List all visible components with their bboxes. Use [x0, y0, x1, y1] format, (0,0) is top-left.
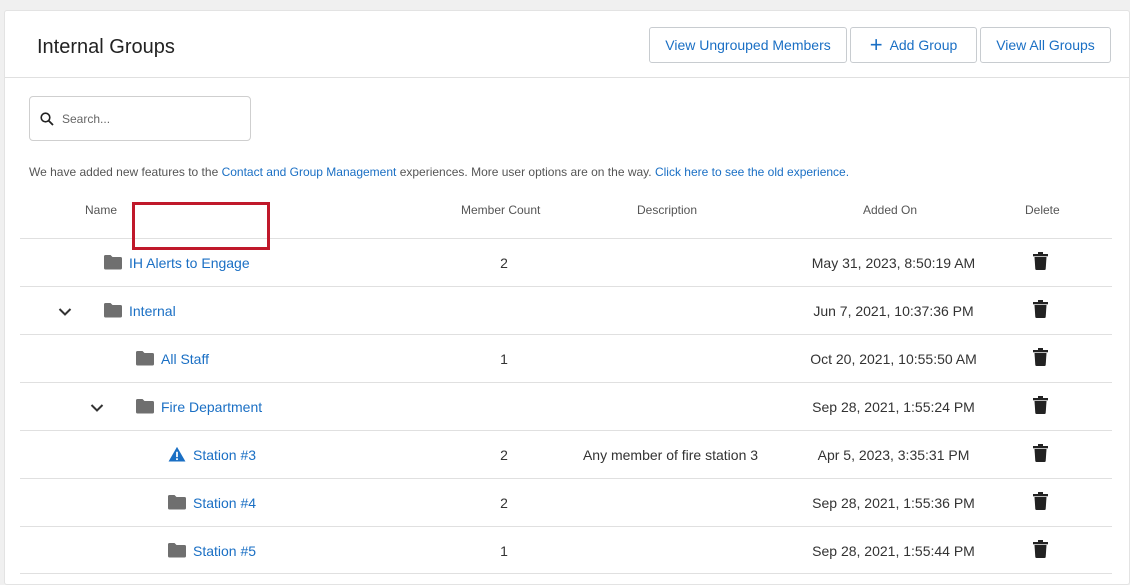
add-group-button[interactable]: + Add Group: [850, 27, 977, 63]
description-cell: [560, 287, 781, 335]
internal-groups-card: Internal Groups View Ungrouped Members +…: [4, 10, 1130, 585]
view-ungrouped-members-label: View Ungrouped Members: [665, 37, 831, 53]
description-cell: [560, 383, 781, 431]
description-cell: [560, 239, 781, 287]
member-count-cell: 2: [500, 495, 508, 511]
added-on-cell: Sep 28, 2021, 1:55:36 PM: [812, 495, 975, 511]
folder-icon: [103, 302, 129, 321]
view-all-groups-button[interactable]: View All Groups: [980, 27, 1111, 63]
group-name-cell: All Staff: [135, 335, 209, 383]
table-row[interactable]: Internal Jun 7, 2021, 10:37:36 PM: [20, 286, 1112, 334]
description-cell: Any member of fire station 3: [582, 447, 759, 463]
member-count-cell: 1: [500, 543, 508, 559]
group-name-cell: Station #5: [167, 527, 256, 575]
added-on-cell: Apr 5, 2023, 3:35:31 PM: [817, 447, 970, 463]
folder-icon: [135, 350, 161, 369]
folder-icon: [135, 398, 161, 417]
chevron-down-icon[interactable]: [90, 400, 104, 418]
contact-group-management-link[interactable]: Contact and Group Management: [222, 165, 397, 179]
page-title: Internal Groups: [37, 36, 175, 58]
group-name-link[interactable]: Station #5: [193, 543, 256, 559]
trash-icon[interactable]: [1033, 444, 1048, 467]
table-row[interactable]: Fire Department Sep 28, 2021, 1:55:24 PM: [20, 382, 1112, 430]
column-header-delete: Delete: [1025, 203, 1060, 217]
added-on-cell: Jun 7, 2021, 10:37:36 PM: [813, 303, 974, 319]
trash-icon[interactable]: [1033, 252, 1048, 275]
folder-icon: [103, 254, 129, 273]
column-header-added-on[interactable]: Added On: [863, 203, 917, 217]
folder-icon: [167, 494, 193, 513]
group-name-cell: Internal: [103, 287, 176, 335]
member-count-cell: [497, 287, 511, 335]
table-row[interactable]: All Staff 1 Oct 20, 2021, 10:55:50 AM: [20, 334, 1112, 382]
description-cell: [560, 335, 781, 383]
old-experience-link[interactable]: Click here to see the old experience.: [655, 165, 849, 179]
added-on-cell: Oct 20, 2021, 10:55:50 AM: [810, 351, 977, 367]
description-cell: [560, 527, 781, 575]
added-on-cell: Sep 28, 2021, 1:55:24 PM: [812, 399, 975, 415]
trash-icon[interactable]: [1033, 300, 1048, 323]
group-name-link[interactable]: Station #3: [193, 447, 256, 463]
group-name-cell: Station #4: [167, 479, 256, 527]
table-row[interactable]: Station #5 1 Sep 28, 2021, 1:55:44 PM: [20, 526, 1112, 574]
column-header-name[interactable]: Name: [85, 203, 117, 217]
table-row[interactable]: Station #4 2 Sep 28, 2021, 1:55:36 PM: [20, 478, 1112, 526]
notice-middle: experiences. More user options are on th…: [396, 165, 655, 179]
notice-prefix: We have added new features to the: [29, 165, 222, 179]
column-header-member-count[interactable]: Member Count: [461, 203, 540, 217]
plus-icon: +: [869, 32, 883, 57]
group-name-link[interactable]: IH Alerts to Engage: [129, 255, 250, 271]
trash-icon[interactable]: [1033, 396, 1048, 419]
added-on-cell: Sep 28, 2021, 1:55:44 PM: [812, 543, 975, 559]
member-count-cell: 2: [500, 447, 508, 463]
search-box[interactable]: [29, 96, 251, 141]
view-ungrouped-members-button[interactable]: View Ungrouped Members: [649, 27, 847, 63]
trash-icon[interactable]: [1033, 348, 1048, 371]
column-header-description[interactable]: Description: [637, 203, 697, 217]
add-group-label: Add Group: [889, 37, 958, 53]
description-cell: [560, 479, 781, 527]
search-icon: [40, 111, 54, 126]
trash-icon[interactable]: [1033, 492, 1048, 515]
folder-icon: [167, 542, 193, 561]
member-count-cell: 1: [500, 351, 508, 367]
view-all-groups-label: View All Groups: [996, 37, 1095, 53]
warning-icon: [167, 446, 193, 465]
added-on-cell: May 31, 2023, 8:50:19 AM: [811, 255, 976, 271]
feature-notice: We have added new features to the Contac…: [29, 165, 849, 179]
group-name-link[interactable]: Station #4: [193, 495, 256, 511]
card-header: Internal Groups View Ungrouped Members +…: [5, 11, 1129, 78]
group-name-link[interactable]: Fire Department: [161, 399, 262, 415]
highlight-box: [132, 202, 270, 250]
trash-icon[interactable]: [1033, 540, 1048, 563]
group-name-cell: Fire Department: [135, 383, 262, 431]
chevron-down-icon[interactable]: [58, 304, 72, 322]
table-row[interactable]: Station #3 2 Any member of fire station 3 A…: [20, 430, 1112, 478]
member-count-cell: 2: [500, 255, 508, 271]
member-count-cell: [497, 383, 511, 431]
group-name-cell: Station #3: [167, 431, 256, 479]
group-name-link[interactable]: Internal: [129, 303, 176, 319]
search-input[interactable]: [62, 111, 232, 126]
group-name-link[interactable]: All Staff: [161, 351, 209, 367]
groups-table: IH Alerts to Engage 2 May 31, 2023, 8:50:1…: [20, 238, 1112, 574]
